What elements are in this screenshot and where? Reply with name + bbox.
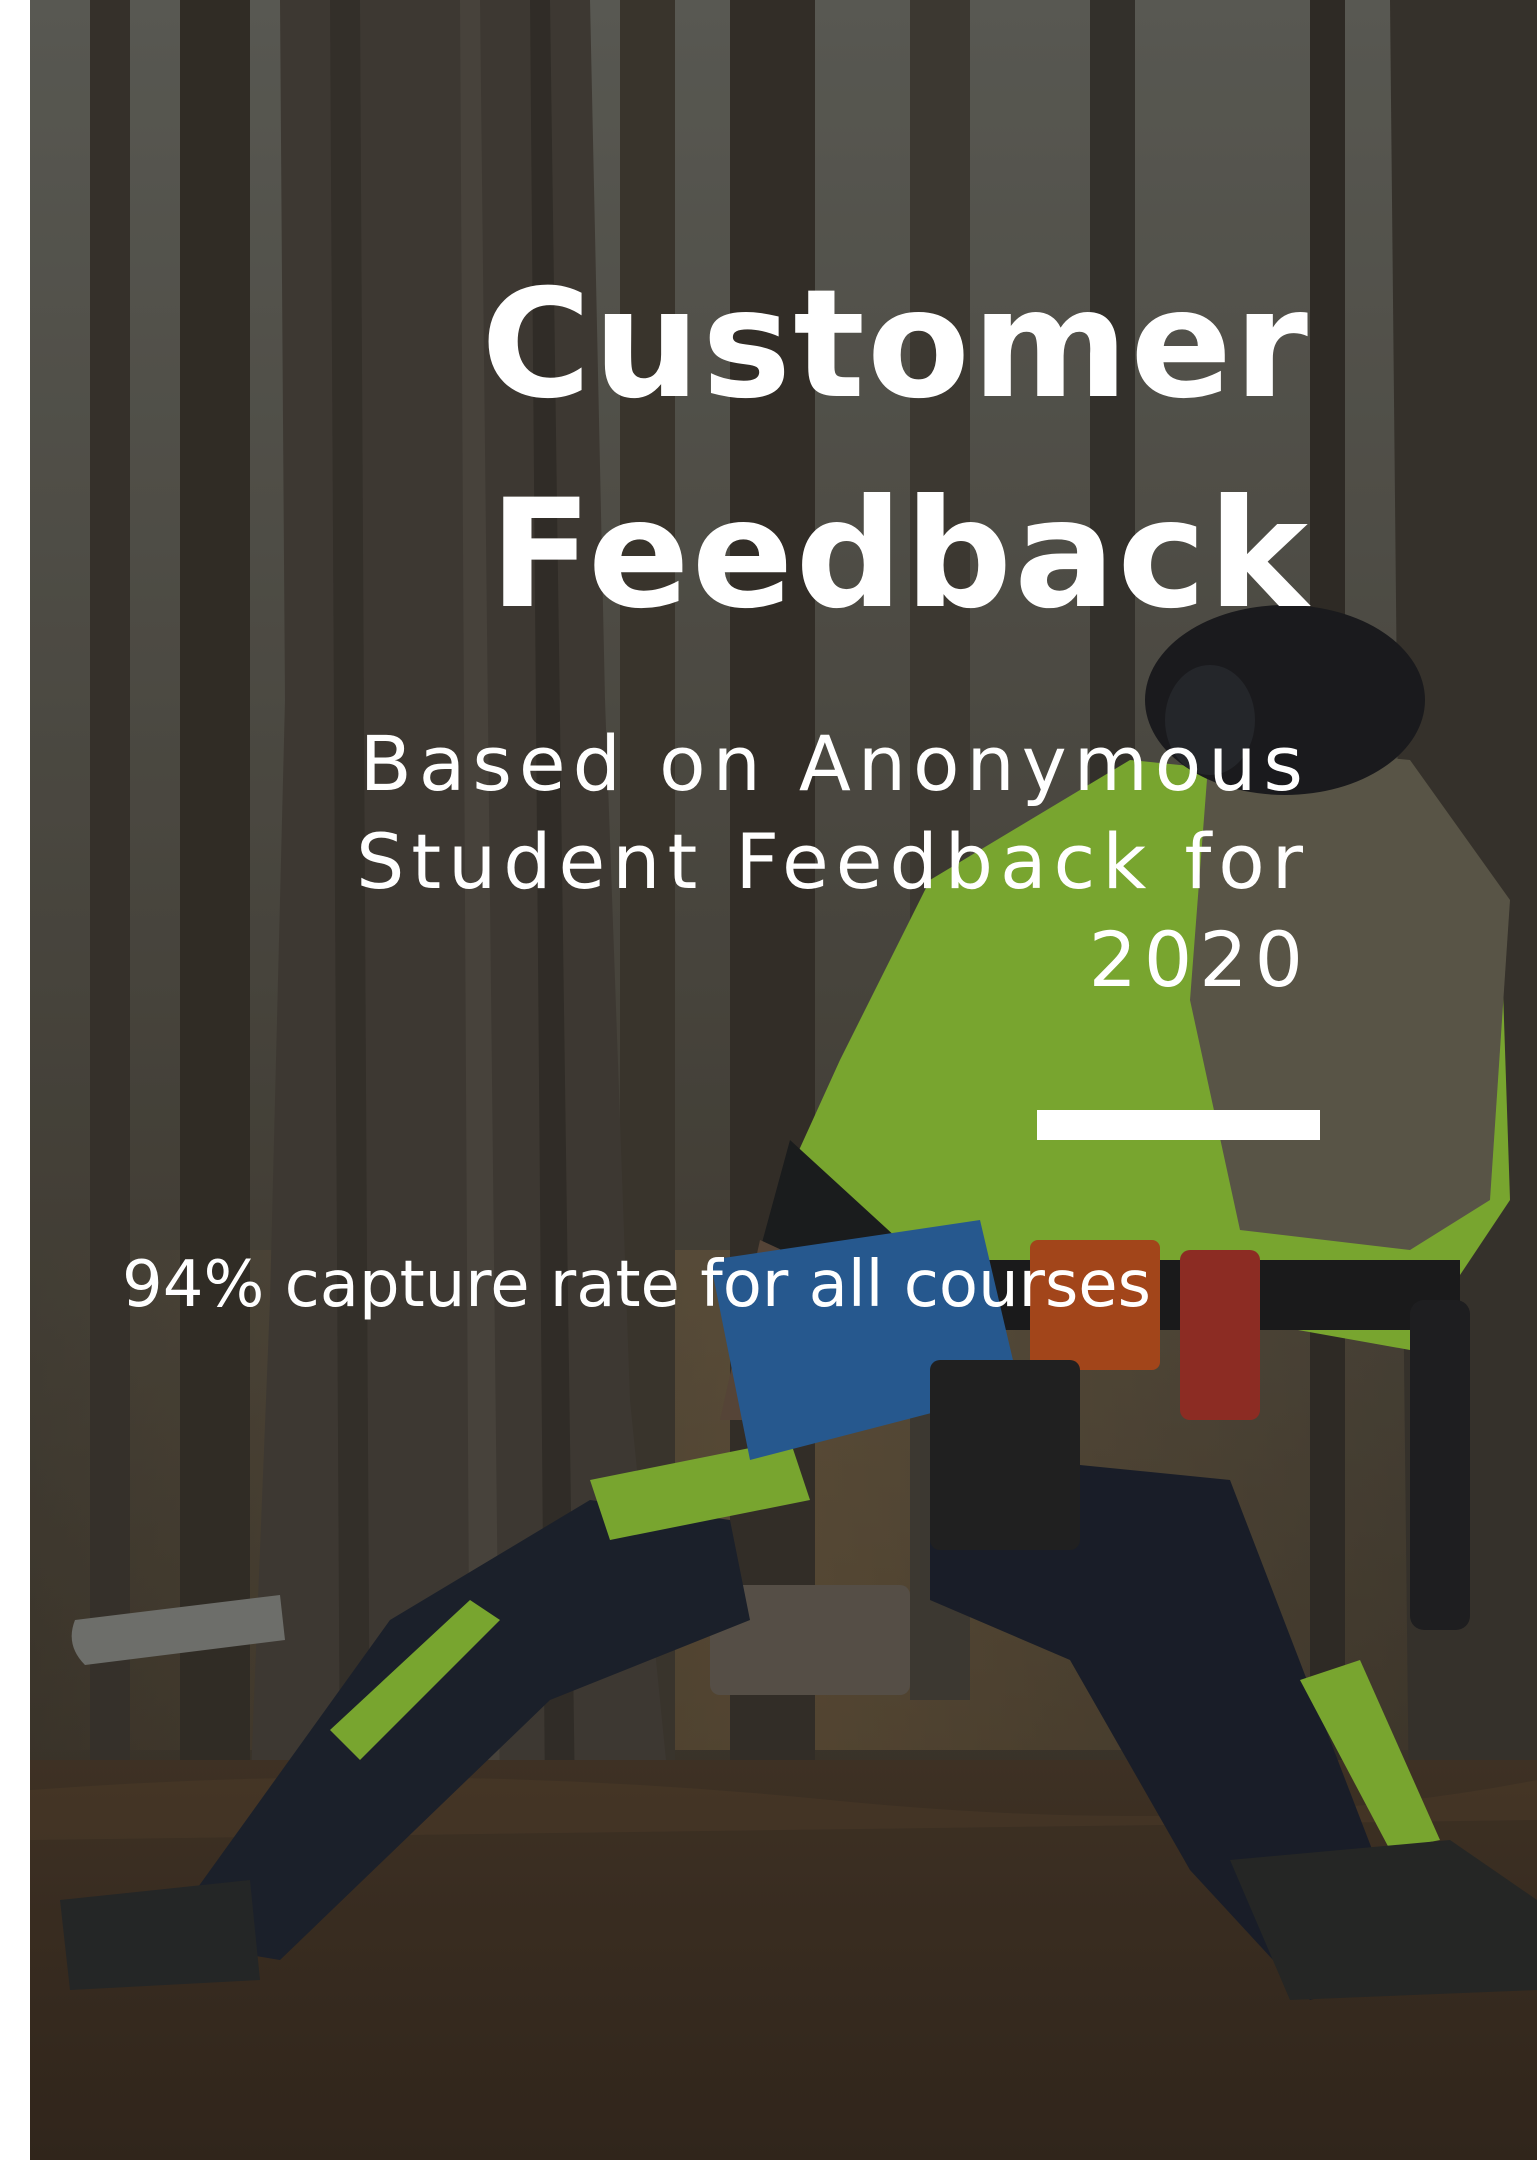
divider-bar <box>1037 1110 1320 1140</box>
cover-page: Customer Feedback Based on Anonymous Stu… <box>30 0 1537 2160</box>
title-line-feedback: Feedback <box>489 468 1310 642</box>
capture-rate-statement: 94% capture rate for all courses <box>122 1248 1151 1322</box>
title-line-customer: Customer <box>481 258 1310 432</box>
page-margin <box>0 0 30 2160</box>
subtitle: Based on Anonymous Student Feedback for … <box>356 719 1310 1004</box>
page-title: Customer Feedback <box>481 240 1310 660</box>
